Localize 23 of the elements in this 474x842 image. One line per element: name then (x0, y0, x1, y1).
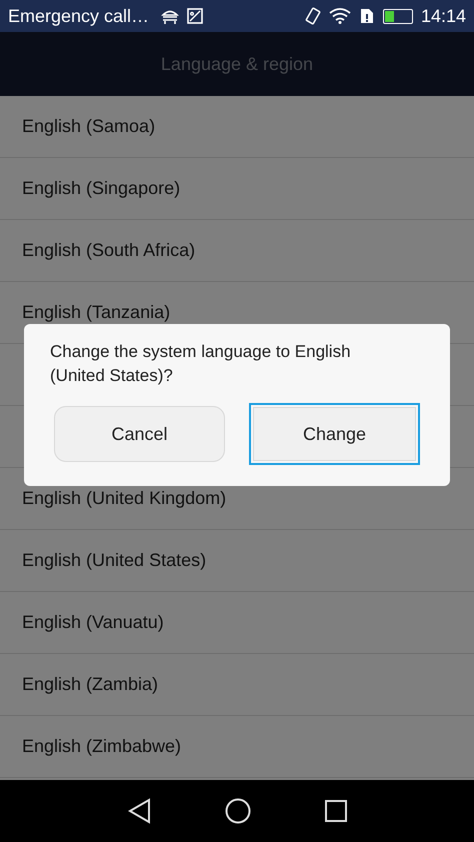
language-item[interactable]: English (Vanuatu) (22, 609, 164, 636)
language-item[interactable]: English (Zambia) (22, 671, 158, 698)
language-item[interactable]: English (United Kingdom) (22, 485, 226, 512)
wifi-icon (328, 8, 351, 24)
battery-icon (382, 8, 413, 24)
language-item[interactable]: English (Samoa) (22, 113, 156, 140)
screen-title: Language & region (160, 52, 314, 76)
dialog-message: Change the system language to English (United States)? (50, 341, 352, 387)
carrier-text: Emergency call… (8, 4, 150, 28)
dialog-button[interactable]: Change (249, 403, 420, 465)
language-item[interactable]: English (Zimbabwe) (22, 733, 182, 760)
language-item[interactable]: English (Tanzania) (22, 299, 170, 326)
language-item[interactable]: English (Singapore) (22, 175, 180, 202)
vibrate-icon (304, 7, 321, 25)
recents-icon[interactable] (325, 800, 347, 822)
dialog-button[interactable]: Cancel (54, 406, 225, 462)
language-item[interactable]: English (United States) (22, 547, 206, 574)
clock-text: 14:14 (420, 4, 466, 28)
language-item[interactable]: English (South Africa) (22, 237, 196, 264)
sim-icon (358, 7, 375, 25)
home-icon[interactable] (225, 798, 251, 824)
back-icon[interactable] (127, 798, 151, 824)
image-icon (187, 8, 204, 24)
